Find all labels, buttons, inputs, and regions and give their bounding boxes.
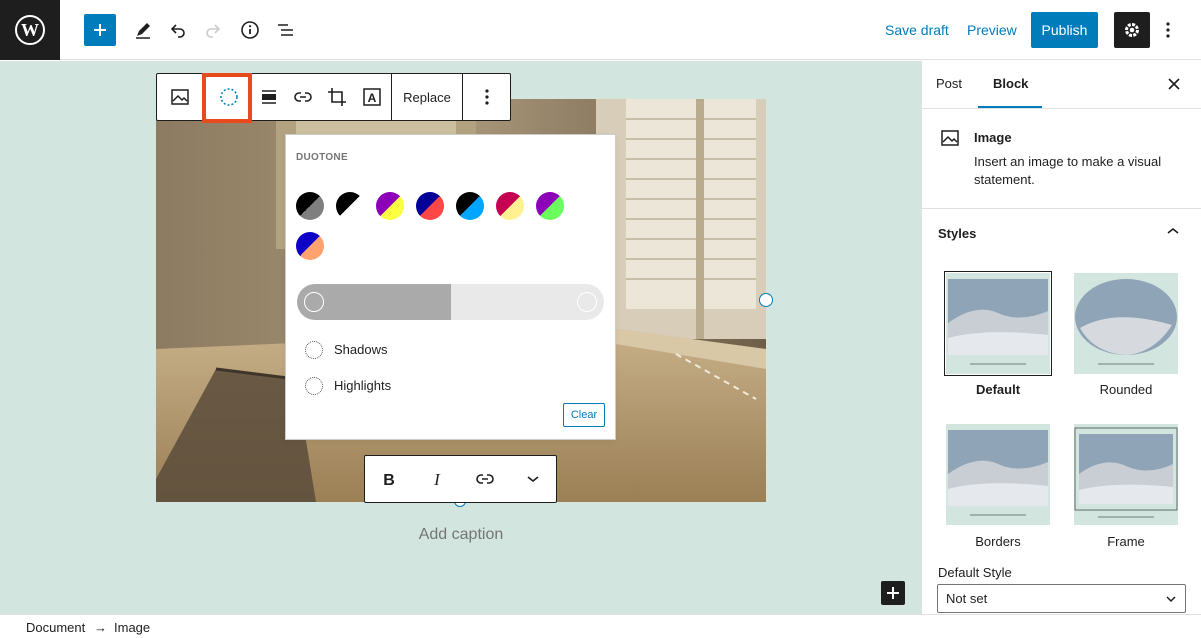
image-block-card-icon: [940, 128, 960, 148]
caption-placeholder[interactable]: Add caption: [156, 526, 766, 544]
image-block-icon[interactable]: [157, 74, 203, 120]
link-icon[interactable]: [286, 74, 320, 120]
wordpress-logo-icon[interactable]: W: [0, 0, 60, 60]
replace-button[interactable]: Replace: [392, 74, 462, 120]
block-card-title: Image: [974, 130, 1012, 145]
sidebar-divider: [922, 108, 1201, 109]
resize-handle[interactable]: [759, 293, 773, 307]
info-icon[interactable]: [238, 18, 262, 42]
shadow-knob[interactable]: [304, 292, 324, 312]
settings-gear-icon[interactable]: [1114, 12, 1150, 48]
breadcrumb-separator: →: [94, 620, 107, 635]
sidebar-divider: [922, 208, 1201, 209]
style-frame-thumb[interactable]: [1074, 424, 1178, 525]
styles-heading[interactable]: Styles: [938, 226, 976, 241]
duotone-preset-swatch[interactable]: [496, 192, 524, 220]
svg-text:A: A: [368, 91, 377, 105]
block-card-description-line1: Insert an image to make a visual: [974, 154, 1161, 169]
duotone-preset-swatch[interactable]: [416, 192, 444, 220]
block-more-options-icon[interactable]: [463, 74, 511, 120]
svg-text:W: W: [21, 20, 39, 40]
publish-button[interactable]: Publish: [1031, 12, 1098, 48]
style-default-thumb[interactable]: [946, 273, 1050, 374]
caption-link-icon[interactable]: [461, 456, 509, 502]
bold-icon[interactable]: B: [365, 456, 413, 502]
caption-format-toolbar: B I: [364, 455, 557, 503]
list-view-icon[interactable]: [274, 18, 298, 42]
breadcrumb-document[interactable]: Document: [26, 620, 85, 635]
text-overlay-icon[interactable]: A: [355, 74, 389, 120]
preview-button[interactable]: Preview: [967, 22, 1017, 38]
duotone-preset-swatch[interactable]: [336, 192, 364, 220]
shadows-label[interactable]: Shadows: [334, 342, 387, 357]
shadows-color-icon[interactable]: [305, 341, 323, 359]
svg-text:B: B: [383, 472, 395, 487]
style-rounded-label[interactable]: Rounded: [1071, 382, 1181, 397]
tab-post[interactable]: Post: [936, 76, 962, 91]
duotone-preset-swatch[interactable]: [456, 192, 484, 220]
clear-button[interactable]: Clear: [563, 403, 605, 427]
undo-icon[interactable]: [166, 18, 190, 42]
duotone-heading: DUOTONE: [296, 152, 348, 163]
default-style-value: Not set: [946, 591, 987, 606]
duotone-preset-swatch[interactable]: [296, 232, 324, 260]
align-icon[interactable]: [252, 74, 286, 120]
select-chevron-down-icon: [1165, 595, 1177, 603]
svg-text:I: I: [433, 471, 441, 487]
inserter-plus-icon[interactable]: [881, 581, 905, 605]
style-borders-thumb[interactable]: [946, 424, 1050, 525]
crop-icon[interactable]: [320, 74, 354, 120]
italic-icon[interactable]: I: [413, 456, 461, 502]
breadcrumb: Document → Image: [0, 614, 1201, 638]
duotone-preset-swatch[interactable]: [536, 192, 564, 220]
duotone-preset-swatch[interactable]: [376, 192, 404, 220]
default-style-label: Default Style: [938, 565, 1012, 580]
chevron-up-icon[interactable]: [1166, 226, 1180, 236]
duotone-highlight-box: [202, 73, 252, 123]
duotone-preset-swatch[interactable]: [296, 192, 324, 220]
more-options-icon[interactable]: [1156, 18, 1180, 42]
style-borders-label[interactable]: Borders: [943, 534, 1053, 549]
style-frame-label[interactable]: Frame: [1071, 534, 1181, 549]
tab-block[interactable]: Block: [993, 76, 1028, 91]
redo-icon[interactable]: [201, 18, 225, 42]
style-rounded-thumb[interactable]: [1074, 273, 1178, 374]
highlights-label[interactable]: Highlights: [334, 378, 391, 393]
close-icon[interactable]: [1166, 76, 1182, 92]
highlights-color-icon[interactable]: [305, 377, 323, 395]
pencil-icon[interactable]: [131, 18, 155, 42]
add-block-button[interactable]: [84, 14, 116, 46]
style-default-label[interactable]: Default: [943, 382, 1053, 397]
breadcrumb-image[interactable]: Image: [114, 620, 150, 635]
highlight-knob[interactable]: [577, 292, 597, 312]
save-draft-button[interactable]: Save draft: [885, 22, 949, 38]
block-card-description-line2: statement.: [974, 172, 1035, 187]
default-style-select[interactable]: Not set: [937, 584, 1186, 613]
chevron-down-icon[interactable]: [509, 456, 557, 502]
